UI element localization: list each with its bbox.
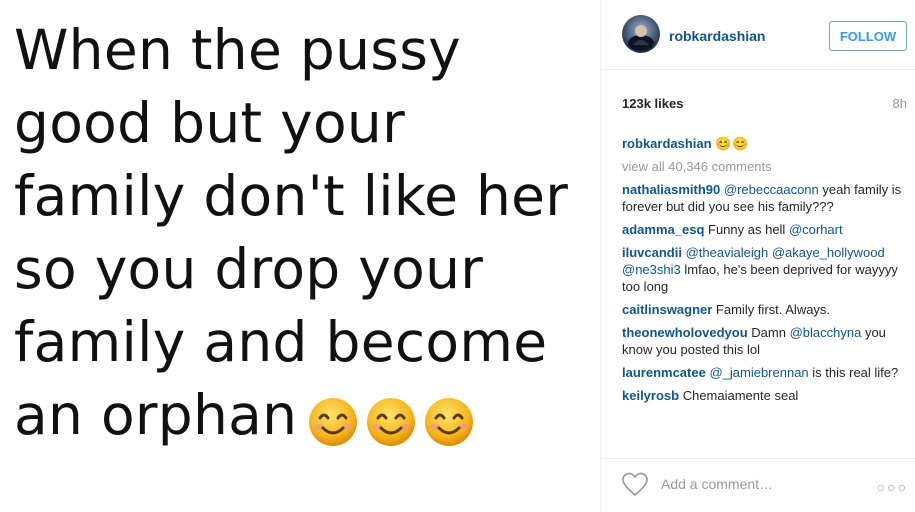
comment-text: Funny as hell [704, 222, 789, 237]
comment-text: Family first. Always. [712, 302, 831, 317]
caption-username[interactable]: robkardashian [622, 136, 712, 151]
comment-item: nathaliasmith90 @rebeccaaconn yeah famil… [622, 181, 902, 215]
avatar-image [622, 15, 660, 53]
comment-text: Damn [747, 325, 790, 340]
view-all-comments-link[interactable]: view all 40,346 comments [622, 158, 902, 175]
comment-username[interactable]: laurenmcatee [622, 365, 706, 380]
comment-mention[interactable]: @corhart [789, 222, 843, 237]
comment-username[interactable]: nathaliasmith90 [622, 182, 720, 197]
comments-list[interactable]: robkardashian 😊😊 view all 40,346 comment… [622, 135, 902, 451]
comment-item: iluvcandii @theavialeigh @akaye_hollywoo… [622, 244, 902, 295]
meme-text: When the pussy good but your family don'… [14, 14, 568, 455]
caption: robkardashian 😊😊 [622, 135, 902, 152]
comment-text: is this real life? [808, 365, 899, 380]
add-comment-input[interactable] [659, 475, 863, 493]
header-username[interactable]: robkardashian [669, 28, 765, 44]
likes-count[interactable]: 123k likes [622, 96, 683, 111]
post-header: robkardashian FOLLOW [601, 0, 915, 70]
meme-line: good but your [14, 91, 405, 155]
caption-text: 😊😊 [715, 136, 750, 151]
comment-item: keilyrosb Chemaiamente seal [622, 387, 902, 404]
comment-mention[interactable]: @theavialeigh [686, 245, 769, 260]
smiling-face-emoji-icon [309, 398, 358, 447]
comment-username[interactable]: adamma_esq [622, 222, 704, 237]
avatar[interactable] [622, 15, 660, 53]
meme-line: family and become [14, 310, 548, 374]
follow-button[interactable]: FOLLOW [829, 21, 907, 51]
smiling-face-emoji-icon [367, 398, 416, 447]
post-sidebar: robkardashian FOLLOW 123k likes 8h robka… [600, 0, 915, 512]
comment-text: Chemaiamente seal [679, 388, 799, 403]
comment-username[interactable]: iluvcandii [622, 245, 682, 260]
meme-line: an orphan [14, 383, 298, 447]
post-image: When the pussy good but your family don'… [0, 0, 600, 512]
more-options-icon[interactable]: ○○○ [877, 479, 908, 495]
smile-emoji-row [307, 382, 481, 455]
comment-item: theonewholovedyou Damn @blacchyna you kn… [622, 324, 902, 358]
comment-mention[interactable]: @blacchyna [790, 325, 862, 340]
comment-mention[interactable]: @_jamiebrennan [709, 365, 808, 380]
comment-username[interactable]: caitlinswagner [622, 302, 712, 317]
smiling-face-emoji-icon [425, 398, 474, 447]
post-footer: ○○○ [601, 458, 915, 512]
comment-mention[interactable]: @rebeccaaconn [724, 182, 819, 197]
comment-mention[interactable]: @ne3shi3 [622, 262, 681, 277]
comment-username[interactable]: theonewholovedyou [622, 325, 748, 340]
meme-line: family don't like her [14, 164, 569, 228]
comment-username[interactable]: keilyrosb [622, 388, 679, 403]
meme-line: When the pussy [14, 18, 461, 82]
heart-icon[interactable] [621, 471, 649, 497]
comment-item: adamma_esq Funny as hell @corhart [622, 221, 902, 238]
comment-item: caitlinswagner Family first. Always. [622, 301, 902, 318]
meme-line: so you drop your [14, 237, 484, 301]
post-time[interactable]: 8h [893, 96, 907, 111]
comment-item: laurenmcatee @_jamiebrennan is this real… [622, 364, 902, 381]
comment-mention[interactable]: @akaye_hollywood [772, 245, 885, 260]
